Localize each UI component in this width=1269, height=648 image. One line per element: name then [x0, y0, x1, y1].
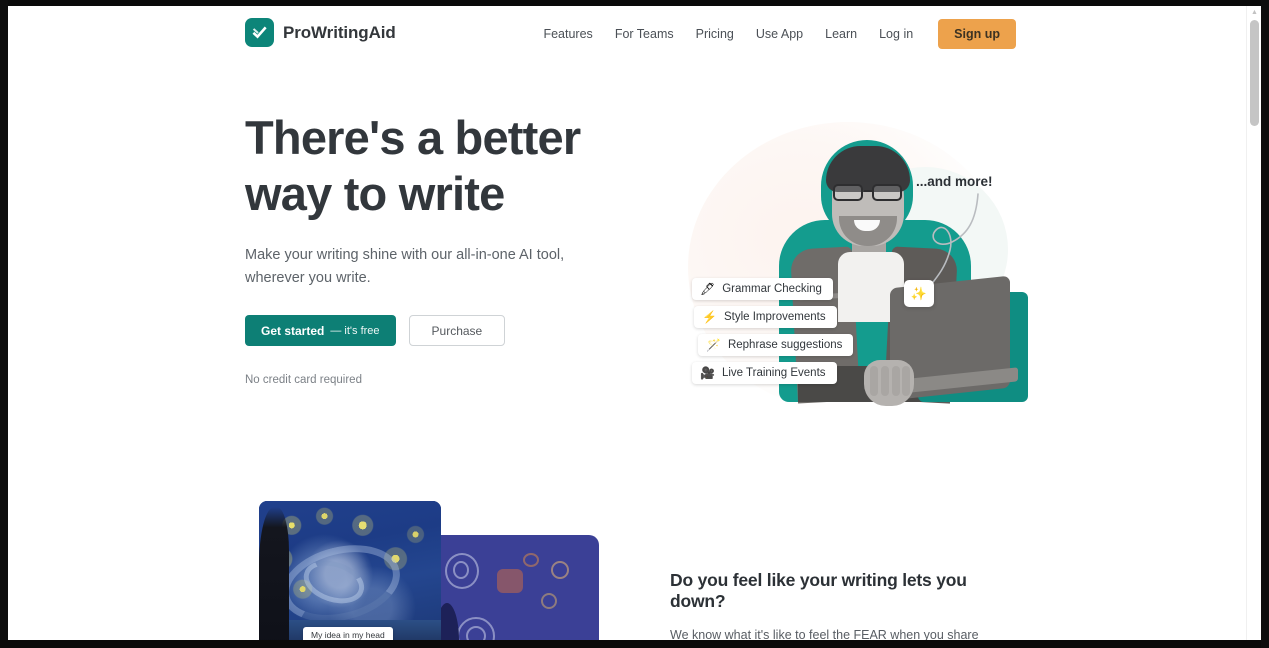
page-scrollbar[interactable]: ▲	[1246, 6, 1261, 640]
hero-section: There's a better way to write Make your …	[8, 62, 1261, 462]
feature-chip-style-improvements[interactable]: ⚡ Style Improvements	[694, 306, 837, 328]
quill-pen-icon: 🖋	[700, 282, 716, 296]
hero-title: There's a better way to write	[245, 110, 645, 222]
purchase-button[interactable]: Purchase	[408, 315, 506, 346]
starry-night-artwork: My idea in my head	[259, 501, 441, 640]
section2-title: Do you feel like your writing lets you d…	[670, 570, 967, 611]
window-left-edge	[0, 0, 8, 648]
hero-subtitle: Make your writing shine with our all-in-…	[245, 247, 565, 286]
scrollbar-thumb[interactable]	[1250, 20, 1259, 126]
feature-chip-live-training-events[interactable]: 🎥 Live Training Events	[692, 362, 837, 384]
section2-copy: Do you feel like your writing lets you d…	[670, 570, 1018, 640]
brand-logo-link[interactable]: ProWritingAid	[245, 18, 396, 47]
section2-illustration: My idea in my head	[253, 501, 603, 640]
prowritingaid-logo-icon	[245, 18, 274, 47]
section2-body: We know what it's like to feel the FEAR …	[670, 628, 979, 640]
window-bottom-edge	[0, 640, 1269, 648]
sign-up-button[interactable]: Sign up	[938, 19, 1016, 49]
main-navigation: Features For Teams Pricing Use App Learn…	[532, 6, 1016, 62]
and-more-callout: ...and more!	[916, 174, 993, 189]
hero-title-line-1: There's a better	[245, 111, 581, 164]
feature-chip-list: 🖋 Grammar Checking ⚡ Style Improvements …	[692, 278, 854, 390]
browser-window: ProWritingAid Features For Teams Pricing…	[0, 0, 1269, 648]
site-header: ProWritingAid Features For Teams Pricing…	[8, 6, 1261, 62]
feature-chip-label: Rephrase suggestions	[727, 339, 843, 351]
window-right-edge	[1261, 0, 1269, 648]
nav-item-features[interactable]: Features	[532, 6, 603, 62]
brand-name: ProWritingAid	[283, 22, 396, 42]
idea-in-my-head-label: My idea in my head	[303, 627, 393, 640]
get-started-free-tag: — it's free	[330, 324, 380, 337]
eyeglasses-icon	[831, 184, 906, 201]
feature-chip-grammar-checking[interactable]: 🖋 Grammar Checking	[692, 278, 833, 300]
feature-chip-label: Style Improvements	[723, 311, 826, 323]
hand	[864, 360, 914, 406]
get-started-label: Get started	[261, 323, 325, 338]
hero-illustration: 🖋 Grammar Checking ⚡ Style Improvements …	[668, 112, 1028, 442]
sparkles-badge[interactable]: ✨	[904, 280, 934, 307]
feature-chip-rephrase-suggestions[interactable]: 🪄 Rephrase suggestions	[698, 334, 854, 356]
nav-item-use-app[interactable]: Use App	[745, 6, 814, 62]
hero-title-line-2: way to write	[245, 167, 505, 220]
flat-blue-artwork	[431, 535, 599, 640]
nav-item-for-teams[interactable]: For Teams	[604, 6, 685, 62]
hero-copy: There's a better way to write Make your …	[245, 110, 645, 386]
nav-item-log-in[interactable]: Log in	[868, 6, 924, 62]
magic-wand-icon: 🪄	[706, 338, 721, 352]
get-started-button[interactable]: Get started — it's free	[245, 315, 396, 346]
movie-camera-icon: 🎥	[700, 366, 715, 380]
scroll-up-arrow-icon[interactable]: ▲	[1250, 8, 1259, 17]
page-viewport: ProWritingAid Features For Teams Pricing…	[8, 6, 1261, 640]
lightning-bolt-icon: ⚡	[702, 310, 717, 324]
writing-lets-you-down-section: My idea in my head Do you feel like your…	[8, 462, 1261, 640]
sparkles-icon: ✨	[910, 285, 928, 301]
nav-item-pricing[interactable]: Pricing	[685, 6, 745, 62]
hero-cta-group: Get started — it's free Purchase	[245, 315, 645, 346]
feature-chip-label: Live Training Events	[721, 367, 826, 379]
feature-chip-label: Grammar Checking	[722, 283, 822, 295]
nav-item-learn[interactable]: Learn	[814, 6, 868, 62]
no-credit-card-note: No credit card required	[245, 374, 362, 386]
